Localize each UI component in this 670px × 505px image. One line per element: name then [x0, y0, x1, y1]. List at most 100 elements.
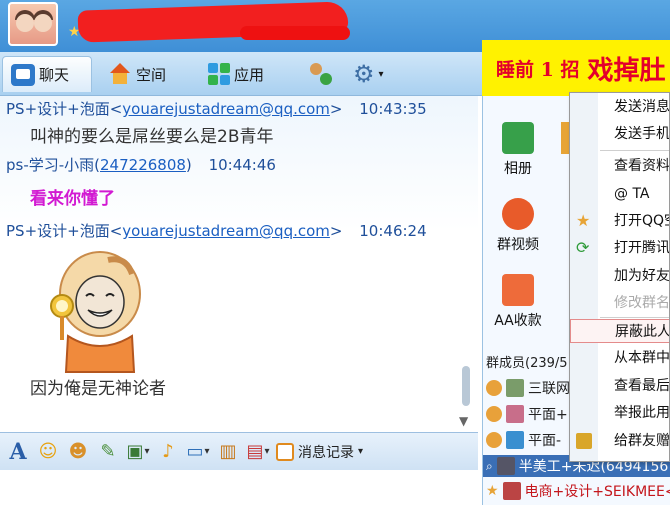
member-status-icon: [486, 406, 502, 422]
music-button[interactable]: ♪: [156, 440, 180, 464]
message-header: PS+设计+泡面<youarejustadream@qq.com> 10:43:…: [6, 98, 427, 119]
edit-button[interactable]: ✎: [96, 440, 120, 464]
menu-item-send-message[interactable]: 发送消息: [570, 95, 670, 119]
menu-label: 发送消息: [614, 99, 670, 115]
app-aa-payment[interactable]: AA收款: [483, 274, 553, 330]
history-label: 消息记录: [298, 444, 354, 461]
sender-tail: >: [329, 222, 343, 240]
avatar: [506, 431, 524, 449]
add-person-icon: [306, 63, 332, 85]
menu-item-open-weibo[interactable]: ⟳ 打开腾讯: [570, 236, 670, 260]
sender-name[interactable]: PS+设计+泡面<: [6, 222, 122, 240]
menu-label: 加为好友: [614, 268, 670, 284]
menu-item-mention[interactable]: @ TA: [570, 182, 669, 206]
chat-history[interactable]: PS+设计+泡面<youarejustadream@qq.com> 10:43:…: [0, 96, 478, 432]
menu-item-add-friend[interactable]: 加为好友: [570, 264, 670, 288]
chevron-down-icon: ▾: [358, 446, 364, 457]
message-body: 因为俺是无神论者: [30, 379, 166, 399]
tab-apps[interactable]: 应用: [200, 56, 290, 92]
tab-label: 聊天: [39, 66, 70, 84]
menu-label: 查看最后: [614, 378, 670, 394]
app-group-video[interactable]: 群视频: [483, 198, 553, 254]
member-row[interactable]: 平面+: [486, 404, 568, 424]
message-input[interactable]: [0, 470, 478, 505]
nav-bar: 聊天 空间 应用 ⚙ ▾: [0, 52, 482, 96]
avatar: [496, 457, 515, 475]
image-button[interactable]: ▣: [126, 440, 150, 464]
music-icon: ♪: [162, 441, 174, 462]
menu-item-view-last-message[interactable]: 查看最后: [570, 374, 670, 398]
promo-text: 睡前 1 招: [496, 58, 580, 81]
message-body: 看来你懂了: [30, 189, 115, 209]
screenshot-button[interactable]: ▭: [186, 440, 210, 464]
gear-icon: ⚙: [353, 60, 375, 88]
member-name: 平面+: [528, 407, 568, 423]
more-button[interactable]: ▤: [246, 440, 270, 464]
input-toolbar: A ☺ ☻ ✎ ▣ ♪ ▭ ▥ ▤ 消息记录 ▾: [0, 432, 478, 470]
star-icon: ★: [486, 483, 499, 499]
chat-icon: [11, 63, 35, 86]
menu-label: @ TA: [614, 186, 650, 202]
member-name: 电商+设计+SEIKMEE<: [524, 484, 670, 500]
meme-sticker-image: [50, 251, 141, 373]
scrollbar-thumb[interactable]: [462, 366, 470, 406]
font-button[interactable]: A: [6, 439, 30, 465]
tab-space[interactable]: 空间: [100, 56, 190, 92]
tab-label: 应用: [234, 65, 265, 84]
sender-name[interactable]: PS+设计+泡面<: [6, 100, 122, 118]
member-count: 群成员(239/5: [486, 356, 568, 371]
app-label: 群视频: [497, 237, 539, 253]
menu-item-view-profile[interactable]: 查看资料: [570, 154, 669, 178]
menu-item-send-mobile[interactable]: 发送手机: [570, 122, 669, 146]
member-name: 平面-: [528, 433, 562, 449]
sender-qq[interactable]: 247226808: [100, 156, 186, 174]
scroll-down-arrow[interactable]: ▼: [459, 414, 468, 428]
magic-face-icon: ☻: [68, 441, 88, 462]
image-icon: ▣: [126, 441, 144, 462]
emoji-button[interactable]: ☺: [36, 440, 60, 464]
member-row[interactable]: 平面-: [486, 430, 561, 450]
album-icon: [502, 122, 534, 154]
history-icon: [276, 442, 294, 461]
message-time: 10:46:24: [359, 222, 427, 240]
avatar-face: [34, 14, 52, 32]
menu-item-report-user[interactable]: 举报此用: [570, 401, 669, 425]
menu-label: 打开腾讯: [614, 240, 670, 256]
weibo-icon: ⟳: [576, 238, 590, 257]
member-row[interactable]: ★ 电商+设计+SEIKMEE<: [486, 481, 670, 501]
sender-name[interactable]: ps-学习-小雨(: [6, 156, 100, 174]
avatar: [506, 379, 524, 397]
menu-item-block-member[interactable]: 屏蔽此人: [570, 319, 670, 343]
add-member-button[interactable]: [298, 56, 338, 92]
menu-item-remove-from-group[interactable]: 从本群中: [570, 346, 670, 370]
star-icon: ★: [576, 211, 591, 230]
super-emoji-button[interactable]: ☻: [66, 440, 90, 464]
group-avatar[interactable]: [8, 2, 58, 46]
message-header: PS+设计+泡面<youarejustadream@qq.com> 10:46:…: [6, 220, 427, 241]
sender-email[interactable]: youarejustadream@qq.com: [122, 222, 330, 240]
promo-banner[interactable]: 睡前 1 招 戏掉肚: [482, 40, 670, 96]
calendar-icon: ▤: [246, 441, 264, 462]
member-row[interactable]: 三联网: [486, 378, 570, 398]
chart-icon: ▥: [219, 441, 237, 462]
menu-item-send-gift[interactable]: 给群友赠: [570, 429, 670, 453]
app-label: 相册: [504, 161, 532, 177]
avatar: [502, 482, 521, 500]
avatar-face: [16, 14, 34, 32]
redacted-title-scribble: [240, 26, 350, 40]
settings-button[interactable]: ⚙ ▾: [345, 56, 401, 92]
menu-item-open-qzone[interactable]: ★ 打开QQ空: [570, 209, 669, 233]
promo-text-large: 戏掉肚: [587, 55, 666, 86]
search-icon: ⌕: [486, 458, 493, 473]
sender-email[interactable]: youarejustadream@qq.com: [122, 100, 330, 118]
menu-label: 从本群中: [614, 350, 670, 366]
vote-button[interactable]: ▥: [216, 440, 240, 464]
menu-label: 给群友赠: [614, 433, 670, 449]
message-history-button[interactable]: 消息记录 ▾: [276, 442, 363, 462]
app-album[interactable]: 相册: [483, 122, 553, 178]
message-header: ps-学习-小雨(247226808) 10:44:46: [6, 154, 276, 175]
avatar: [506, 405, 524, 423]
menu-label: 屏蔽此人: [615, 324, 670, 340]
home-icon: [108, 63, 132, 85]
tab-chat[interactable]: 聊天: [2, 56, 92, 92]
